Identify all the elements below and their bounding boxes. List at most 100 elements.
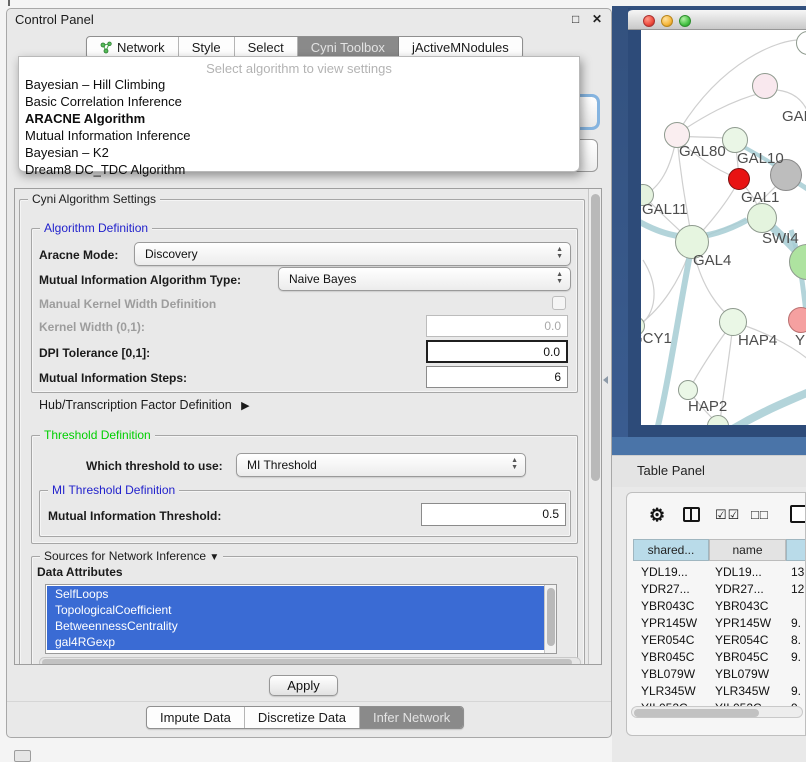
network-node[interactable] bbox=[752, 73, 778, 99]
table-row[interactable]: YER054C bbox=[641, 633, 694, 647]
table-row[interactable]: YBR043C bbox=[715, 599, 768, 613]
close-panel-icon[interactable]: ✕ bbox=[592, 12, 602, 26]
combo-arrows-icon: ▲▼ bbox=[556, 246, 563, 260]
deselect-all-icon[interactable]: □□ bbox=[751, 507, 769, 522]
algorithm-option-selected[interactable]: ARACNE Algorithm bbox=[19, 110, 579, 127]
network-node[interactable] bbox=[747, 203, 777, 233]
table-panel-title: Table Panel bbox=[637, 463, 705, 478]
network-window-titlebar[interactable] bbox=[628, 8, 806, 30]
attribute-item-selected[interactable]: SelfLoops bbox=[47, 586, 555, 602]
table-row[interactable]: YBL079W bbox=[715, 667, 769, 681]
mi-threshold-field[interactable]: 0.5 bbox=[421, 503, 566, 526]
cell: YDL19... bbox=[641, 565, 688, 579]
algorithm-option[interactable]: Dream8 DC_TDC Algorithm bbox=[19, 161, 579, 178]
tab-style[interactable]: Style bbox=[179, 37, 235, 58]
table-row[interactable]: YBR043C bbox=[641, 599, 694, 613]
select-all-icon[interactable]: ☑☑ bbox=[715, 507, 740, 523]
table-row[interactable]: YPR145W bbox=[641, 616, 697, 630]
gear-icon[interactable]: ⚙ bbox=[649, 505, 665, 526]
table-row[interactable]: 9. bbox=[791, 616, 801, 630]
cell: YBL079W bbox=[715, 667, 769, 681]
table-row[interactable]: YLR345W bbox=[641, 684, 696, 698]
attribute-item-selected[interactable]: gal4RGexp bbox=[47, 634, 555, 650]
network-canvas[interactable]: GAL GAL80 GAL10 GAL1 GAL11 SWI4 GAL4 GCY… bbox=[641, 30, 806, 425]
mi-steps-field[interactable]: 6 bbox=[426, 366, 568, 388]
tab-impute-data[interactable]: Impute Data bbox=[147, 707, 245, 728]
tab-select[interactable]: Select bbox=[235, 37, 298, 58]
table-icon[interactable] bbox=[790, 505, 806, 523]
table-row[interactable]: YPR145W bbox=[715, 616, 771, 630]
collapsed-panel-icon[interactable] bbox=[14, 750, 31, 762]
dpi-tolerance-field[interactable]: 0.0 bbox=[426, 340, 568, 363]
close-window-icon[interactable] bbox=[643, 15, 655, 27]
kernel-width-field[interactable]: 0.0 bbox=[426, 315, 568, 337]
sources-group-title-text: Sources for Network Inference bbox=[44, 549, 206, 563]
attributes-hscrollbar-thumb[interactable] bbox=[42, 659, 572, 665]
tab-cyni-toolbox[interactable]: Cyni Toolbox bbox=[298, 37, 399, 58]
sources-group-title[interactable]: Sources for Network Inference ▼ bbox=[40, 549, 223, 563]
mi-type-combo[interactable]: Naive Bayes ▲▼ bbox=[278, 267, 571, 291]
apply-button[interactable]: Apply bbox=[269, 675, 338, 696]
tab-infer-network[interactable]: Infer Network bbox=[360, 707, 463, 728]
tab-network[interactable]: Network bbox=[87, 37, 179, 58]
cell: 13 bbox=[791, 565, 804, 579]
table-row[interactable]: YDR27... bbox=[641, 582, 690, 596]
table-row[interactable]: YDR27... bbox=[715, 582, 764, 596]
which-threshold-label: Which threshold to use: bbox=[86, 459, 223, 473]
node-label: GAL bbox=[782, 108, 806, 125]
column-header-clipped[interactable] bbox=[786, 539, 806, 561]
cell: 9. bbox=[791, 650, 801, 664]
manual-kernel-checkbox[interactable] bbox=[552, 296, 566, 310]
node-label: Y bbox=[795, 332, 805, 349]
table-row[interactable]: YBR045C bbox=[715, 650, 768, 664]
network-window[interactable]: GAL GAL80 GAL10 GAL1 GAL11 SWI4 GAL4 GCY… bbox=[628, 8, 806, 437]
attributes-hscrollbar[interactable] bbox=[39, 657, 581, 665]
attribute-item-selected[interactable]: TopologicalCoefficient bbox=[47, 602, 555, 618]
panel-splitter-grip[interactable] bbox=[603, 376, 608, 384]
table-panel-box: ⚙ ☑☑ □□ shared... name YDL19... YDL19...… bbox=[626, 492, 806, 736]
cell: YBL079W bbox=[641, 667, 695, 681]
network-node-highlighted[interactable] bbox=[728, 168, 750, 190]
settings-scrollbar-thumb[interactable] bbox=[591, 194, 600, 481]
table-hscrollbar-thumb[interactable] bbox=[634, 709, 759, 717]
algorithm-option[interactable]: Basic Correlation Inference bbox=[19, 93, 579, 110]
network-node[interactable] bbox=[678, 380, 698, 400]
table-row[interactable]: YDL19... bbox=[715, 565, 762, 579]
attributes-list-scrollbar[interactable] bbox=[544, 585, 556, 653]
table-row[interactable]: 8. bbox=[791, 633, 801, 647]
data-attributes-list[interactable]: SelfLoops TopologicalCoefficient Between… bbox=[45, 584, 557, 654]
algorithm-option[interactable]: Bayesian – Hill Climbing bbox=[19, 76, 579, 93]
minimize-window-icon[interactable] bbox=[661, 15, 673, 27]
cell: YDR27... bbox=[641, 582, 690, 596]
algorithm-option[interactable]: Bayesian – K2 bbox=[19, 144, 579, 161]
table-row[interactable]: 9. bbox=[791, 684, 801, 698]
attribute-item-selected[interactable]: BetweennessCentrality bbox=[47, 618, 555, 634]
split-view-icon[interactable] bbox=[683, 507, 700, 522]
cell: YDR27... bbox=[715, 582, 764, 596]
which-threshold-combo[interactable]: MI Threshold ▲▼ bbox=[236, 453, 526, 477]
table-row[interactable]: 9. bbox=[791, 650, 801, 664]
attributes-list-scrollbar-thumb[interactable] bbox=[547, 588, 555, 646]
column-header-name[interactable]: name bbox=[709, 539, 786, 561]
table-row[interactable]: YLR345W bbox=[715, 684, 770, 698]
column-header-shared-name[interactable]: shared... bbox=[633, 539, 709, 561]
tab-jactivemnodules[interactable]: jActiveMNodules bbox=[399, 37, 522, 58]
settings-scrollbar[interactable] bbox=[588, 189, 601, 664]
table-row[interactable]: YER054C bbox=[715, 633, 768, 647]
zoom-window-icon[interactable] bbox=[679, 15, 691, 27]
table-row[interactable]: YBR045C bbox=[641, 650, 694, 664]
table-row[interactable]: 12 bbox=[791, 582, 804, 596]
float-window-icon[interactable]: □ bbox=[572, 12, 579, 26]
aracne-mode-combo[interactable]: Discovery ▲▼ bbox=[134, 242, 571, 266]
tab-discretize-data[interactable]: Discretize Data bbox=[245, 707, 360, 728]
footer-divider bbox=[7, 701, 611, 702]
table-row[interactable]: YBL079W bbox=[641, 667, 695, 681]
table-row[interactable]: YDL19... bbox=[641, 565, 688, 579]
hub-definition-expander[interactable]: Hub/Transcription Factor Definition ▶ bbox=[39, 398, 250, 412]
cell: YLR345W bbox=[715, 684, 770, 698]
table-row[interactable]: 13 bbox=[791, 565, 804, 579]
algorithm-option[interactable]: Mutual Information Inference bbox=[19, 127, 579, 144]
table-hscrollbar[interactable] bbox=[631, 706, 803, 718]
algorithm-dropdown: Select algorithm to view settings Bayesi… bbox=[18, 56, 580, 172]
tab-cyni-toolbox-label: Cyni Toolbox bbox=[311, 40, 385, 55]
